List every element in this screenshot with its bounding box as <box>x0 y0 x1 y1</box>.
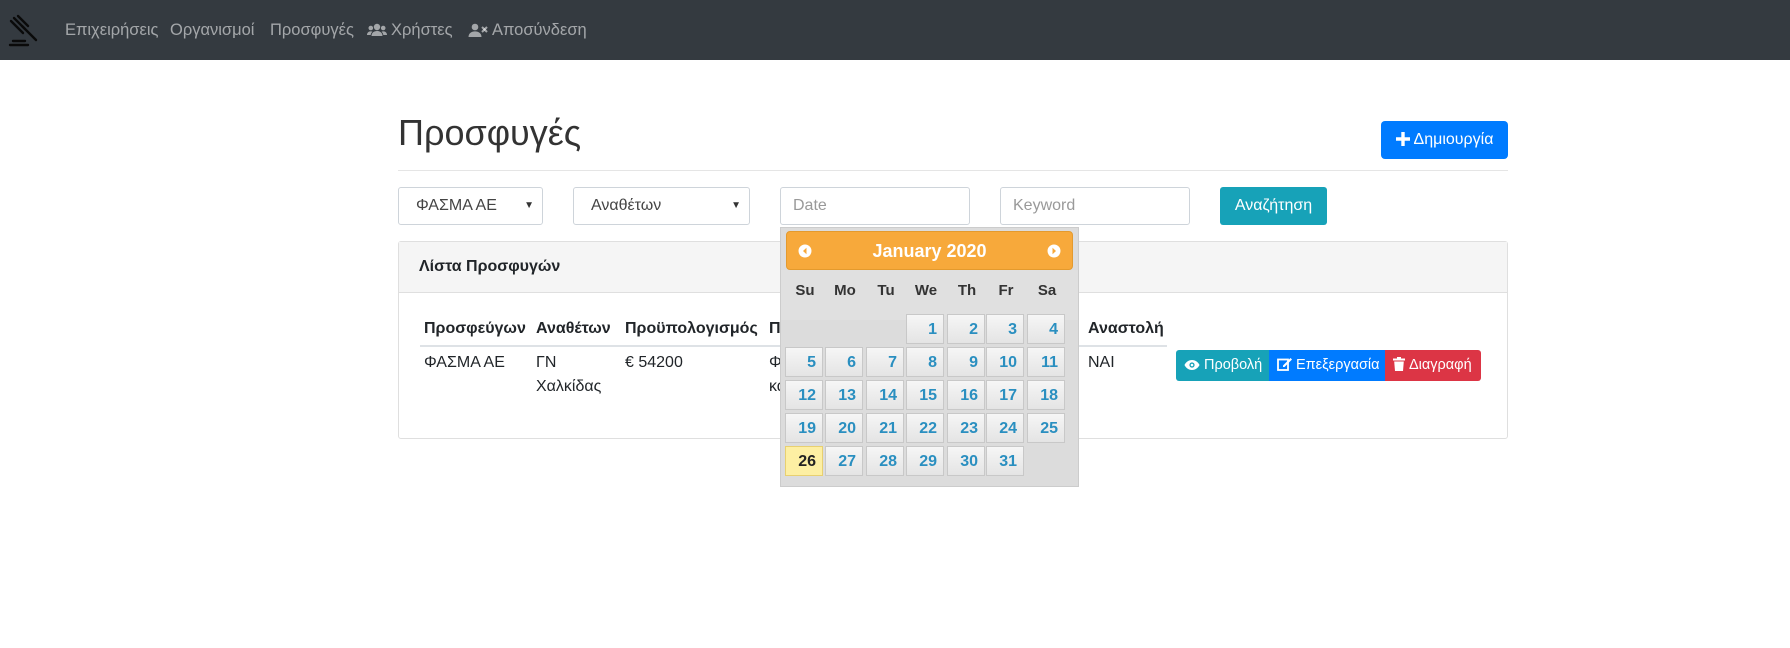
nav-item-companies[interactable]: Επιχειρήσεις <box>65 0 158 60</box>
chevron-down-icon: ▼ <box>524 200 534 211</box>
nav-item-users[interactable]: Χρήστες <box>367 0 453 60</box>
chevron-down-icon: ▼ <box>731 200 741 211</box>
navbar: Επιχειρήσεις Οργανισμοί Προσφυγές Χρήστε… <box>0 0 1790 60</box>
calendar-day-today[interactable]: 26 <box>785 446 823 476</box>
calendar-day[interactable]: 2 <box>947 314 985 344</box>
calendar-day[interactable]: 18 <box>1027 380 1065 410</box>
weekday-label: Fr <box>998 282 1014 299</box>
company-select-value: ΦΑΣΜΑ ΑΕ <box>416 197 497 214</box>
user-times-icon <box>468 23 488 37</box>
calendar-day[interactable]: 8 <box>906 347 944 377</box>
calendar-day[interactable]: 24 <box>986 413 1024 443</box>
date-input-placeholder: Date <box>793 197 827 214</box>
weekday-label: Su <box>795 282 815 299</box>
calendar-day[interactable]: 28 <box>866 446 904 476</box>
nav-item-organizations[interactable]: Οργανισμοί <box>170 0 254 60</box>
view-button[interactable]: Προβολή <box>1176 350 1269 381</box>
edit-button[interactable]: Επεξεργασία <box>1269 350 1385 381</box>
calendar-day[interactable]: 17 <box>986 380 1024 410</box>
calendar-day[interactable]: 14 <box>866 380 904 410</box>
calendar-day[interactable]: 20 <box>825 413 863 443</box>
plus-icon <box>1395 132 1410 146</box>
edit-icon <box>1277 358 1292 371</box>
users-icon <box>367 23 387 36</box>
cell-applicant: ΦΑΣΜΑ ΑΕ <box>424 354 505 371</box>
cell-authority-line2: Χαλκίδας <box>536 378 602 395</box>
calendar-day[interactable]: 3 <box>986 314 1024 344</box>
calendar-day[interactable]: 16 <box>947 380 985 410</box>
nav-label: Αποσύνδεση <box>492 21 587 39</box>
nav-label: Χρήστες <box>391 21 453 39</box>
calendar-day[interactable]: 7 <box>866 347 904 377</box>
column-header-budget: Προϋπολογισμός <box>625 320 758 337</box>
nav-label: Οργανισμοί <box>170 21 255 39</box>
calendar-day[interactable]: 29 <box>906 446 944 476</box>
date-input[interactable]: Date <box>780 187 970 225</box>
calendar-day[interactable]: 4 <box>1027 314 1065 344</box>
calendar-day[interactable]: 19 <box>785 413 823 443</box>
card-title: Λίστα Προσφυγών <box>419 258 561 275</box>
weekday-label: Tu <box>877 282 895 299</box>
trash-icon <box>1393 357 1405 371</box>
calendar-day[interactable]: 31 <box>986 446 1024 476</box>
calendar-day[interactable]: 11 <box>1027 347 1065 377</box>
nav-label: Προσφυγές <box>270 21 354 39</box>
calendar-day[interactable]: 6 <box>825 347 863 377</box>
cell-authority-line1: ΓΝ <box>536 354 557 371</box>
calendar-day[interactable]: 15 <box>906 380 944 410</box>
calendar-day[interactable]: 25 <box>1027 413 1065 443</box>
delete-button-label: Διαγραφή <box>1409 357 1472 373</box>
calendar-day[interactable]: 5 <box>785 347 823 377</box>
keyword-input[interactable]: Keyword <box>1000 187 1190 225</box>
calendar-day[interactable]: 30 <box>947 446 985 476</box>
nav-item-logout[interactable]: Αποσύνδεση <box>468 0 587 60</box>
datepicker-month-label: January 2020 <box>872 241 987 261</box>
column-header-suspension: Αναστολή <box>1088 320 1164 337</box>
calendar-day[interactable]: 12 <box>785 380 823 410</box>
column-header-applicant: Προσφεύγων <box>424 320 526 337</box>
search-button[interactable]: Αναζήτηση <box>1220 187 1327 225</box>
page-title: Προσφυγές <box>398 112 582 153</box>
delete-button[interactable]: Διαγραφή <box>1385 350 1481 381</box>
eye-icon <box>1184 360 1200 370</box>
view-button-label: Προβολή <box>1204 357 1263 373</box>
calendar-day[interactable]: 13 <box>825 380 863 410</box>
divider <box>398 170 1508 171</box>
column-header-partial: Π <box>769 320 781 337</box>
edit-button-label: Επεξεργασία <box>1296 357 1380 373</box>
column-header-authority: Αναθέτων <box>536 320 611 337</box>
weekday-label: Th <box>957 282 977 299</box>
calendar-day[interactable]: 23 <box>947 413 985 443</box>
calendar-day[interactable]: 27 <box>825 446 863 476</box>
chevron-right-icon[interactable] <box>1047 244 1061 258</box>
company-select[interactable]: ΦΑΣΜΑ ΑΕ ▼ <box>398 187 543 225</box>
create-button[interactable]: Δημιουργία <box>1381 121 1508 159</box>
calendar-day[interactable]: 9 <box>947 347 985 377</box>
authority-select[interactable]: Αναθέτων ▼ <box>573 187 750 225</box>
calendar-day[interactable]: 21 <box>866 413 904 443</box>
authority-select-value: Αναθέτων <box>591 197 662 214</box>
cell-suspension: ΝΑΙ <box>1088 354 1115 371</box>
keyword-input-placeholder: Keyword <box>1013 197 1076 214</box>
create-button-label: Δημιουργία <box>1413 131 1494 148</box>
weekday-label: Sa <box>1037 282 1057 299</box>
calendar-day[interactable]: 10 <box>986 347 1024 377</box>
gavel-icon[interactable] <box>6 12 42 48</box>
nav-item-appeals[interactable]: Προσφυγές <box>270 0 354 60</box>
weekday-label: Mo <box>834 282 856 299</box>
calendar-day[interactable]: 1 <box>906 314 944 344</box>
weekday-label: We <box>914 282 938 299</box>
calendar-day[interactable]: 22 <box>906 413 944 443</box>
nav-label: Επιχειρήσεις <box>65 21 159 39</box>
datepicker-header: January 2020 <box>786 231 1073 270</box>
cell-budget: € 54200 <box>625 354 683 371</box>
